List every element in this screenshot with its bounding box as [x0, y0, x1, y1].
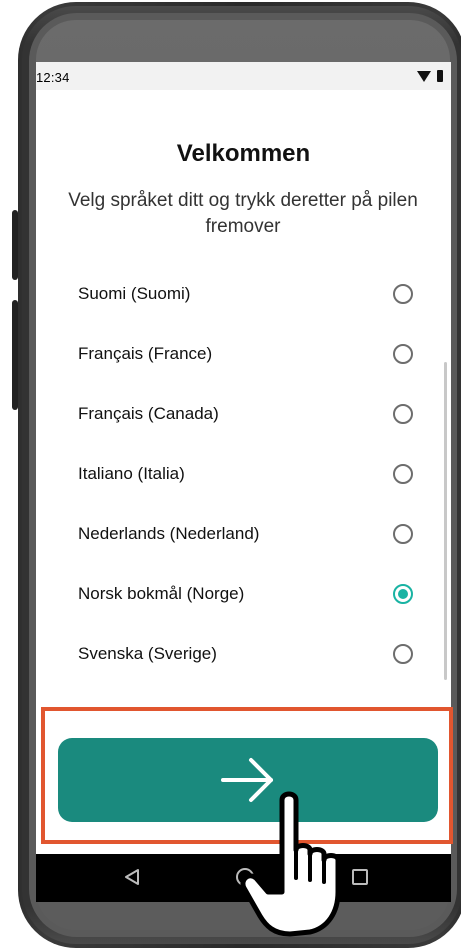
page-subtitle: Velg språket ditt og trykk deretter på p… — [68, 190, 418, 237]
language-label: Italiano (Italia) — [78, 464, 185, 483]
radio-button[interactable] — [393, 404, 413, 424]
status-time: 12:34 — [36, 70, 70, 85]
radio-button[interactable] — [393, 284, 413, 304]
language-label: Suomi (Suomi) — [78, 284, 191, 303]
device-screen: 12:34 Velkommen Velg språket ditt og try… — [36, 62, 451, 902]
power-button — [12, 300, 18, 410]
page-title: Velkommen — [176, 140, 311, 167]
language-label: Français (Canada) — [78, 404, 219, 423]
language-option[interactable]: Français (France) — [36, 324, 451, 384]
volume-button — [12, 210, 18, 280]
radio-button-selected[interactable] — [393, 584, 413, 604]
wifi-icon — [417, 70, 431, 82]
language-label: Nederlands (Nederland) — [78, 524, 260, 543]
language-label: Svenska (Sverige) — [78, 644, 217, 663]
hand-pointer-icon — [240, 791, 341, 937]
language-option[interactable]: Français (Canada) — [36, 384, 451, 444]
language-option[interactable]: Suomi (Suomi) — [36, 264, 451, 324]
status-icons — [417, 70, 443, 82]
language-option[interactable]: Svenska (Sverige) — [36, 624, 451, 684]
scrollbar[interactable] — [444, 362, 447, 680]
radio-button[interactable] — [393, 464, 413, 484]
radio-button[interactable] — [393, 344, 413, 364]
battery-icon — [437, 70, 443, 82]
radio-button[interactable] — [393, 524, 413, 544]
radio-button[interactable] — [393, 644, 413, 664]
language-option[interactable]: Norsk bokmål (Norge) — [36, 564, 451, 624]
language-option[interactable]: Nederlands (Nederland) — [36, 504, 451, 564]
language-option[interactable]: Italiano (Italia) — [36, 444, 451, 504]
back-icon[interactable] — [124, 868, 140, 886]
status-bar: 12:34 — [36, 62, 451, 90]
language-label: Norsk bokmål (Norge) — [78, 584, 245, 603]
language-label: Français (France) — [78, 344, 213, 363]
